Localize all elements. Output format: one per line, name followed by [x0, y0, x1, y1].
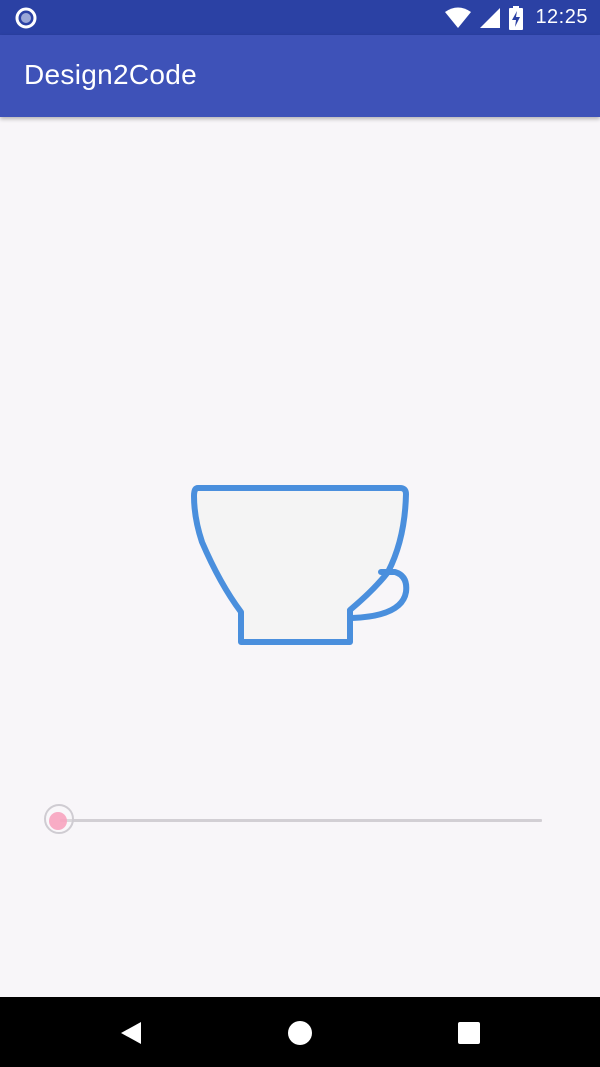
- app-screen: 12:25 Design2Code: [0, 0, 600, 1067]
- app-bar: Design2Code: [0, 35, 600, 117]
- cell-signal-icon: [480, 7, 501, 28]
- app-title: Design2Code: [24, 59, 197, 90]
- home-icon[interactable]: [288, 1021, 312, 1045]
- status-bar: 12:25: [0, 0, 600, 35]
- recents-icon[interactable]: [458, 1022, 480, 1044]
- seek-slider[interactable]: [42, 800, 547, 846]
- slider-touch-indicator: [49, 812, 67, 830]
- coffee-cup-icon: [191, 485, 410, 645]
- navigation-bar: [0, 997, 600, 1067]
- status-time: 12:25: [535, 6, 588, 28]
- status-icons: 12:25: [445, 0, 588, 35]
- battery-charging-icon: [509, 5, 524, 30]
- circle-notification-icon: [15, 7, 37, 29]
- slider-track[interactable]: [60, 819, 542, 822]
- back-icon[interactable]: [120, 1021, 142, 1045]
- wifi-icon: [445, 7, 472, 28]
